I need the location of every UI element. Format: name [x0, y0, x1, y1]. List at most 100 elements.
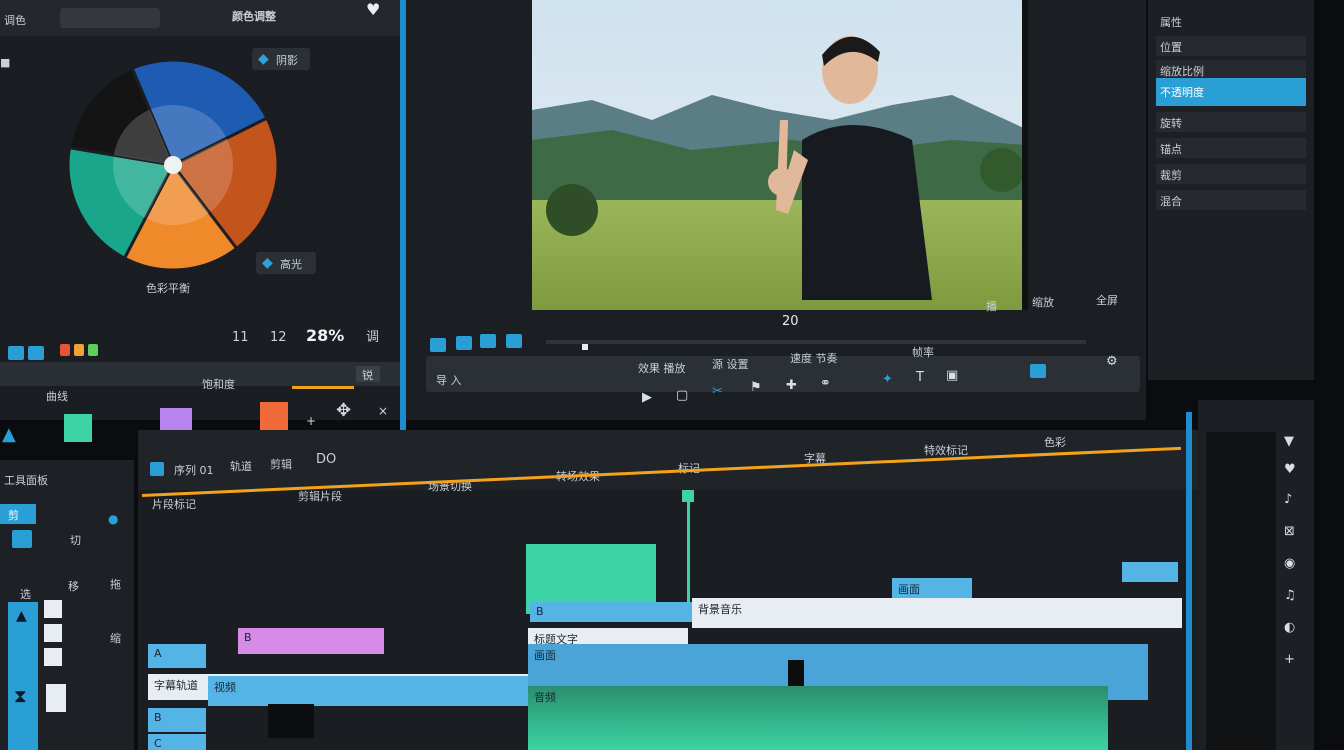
clip-track-c[interactable]: C	[148, 734, 206, 750]
orange-chip[interactable]	[74, 344, 84, 356]
toolbar-blue-button[interactable]	[1030, 364, 1046, 378]
hourglass-icon[interactable]: ⧗	[14, 686, 27, 707]
move-icon[interactable]: ✥	[336, 400, 351, 421]
blue-chip-2[interactable]	[28, 346, 44, 360]
view-button-1[interactable]	[430, 338, 446, 352]
right-strip-dark	[1206, 432, 1276, 750]
filter-icon[interactable]: ▼	[1284, 434, 1294, 449]
readout-3: 28%	[306, 326, 345, 345]
clip-pink[interactable]: B	[238, 628, 384, 654]
marker-1: 片段标记	[152, 498, 196, 511]
solo-icon[interactable]: ◐	[1284, 620, 1295, 635]
close-icon[interactable]: ×	[378, 404, 388, 418]
scrub-handle[interactable]	[582, 344, 588, 350]
toolbar-text-3[interactable]: 速度 节奏	[790, 350, 838, 366]
bar-label-right: 锐	[362, 369, 373, 382]
preview-right-label-2[interactable]: 缩放	[1032, 294, 1054, 310]
blue-chip-1[interactable]	[8, 346, 24, 360]
top-left-field[interactable]	[60, 8, 160, 28]
preview-right-label-3[interactable]: 全屏	[1096, 292, 1118, 308]
timeline-tab-2[interactable]: 剪辑	[270, 456, 292, 472]
link-icon[interactable]: ⚭	[820, 376, 831, 391]
swatch-orange[interactable]	[260, 402, 288, 430]
callout-bottom[interactable]: ◆ 高光	[256, 252, 316, 274]
left-white-box-4[interactable]	[46, 684, 66, 712]
readout-2: 12	[270, 330, 287, 345]
toolbar-text-2[interactable]: 源 设置	[712, 356, 749, 372]
callout-top[interactable]: ◆ 阴影	[252, 48, 310, 70]
heart-small-icon[interactable]: ♥	[1284, 462, 1296, 477]
magic-icon[interactable]: ✦	[882, 372, 893, 387]
wheel-center-dot[interactable]	[164, 156, 182, 174]
preview-letterbox	[1022, 0, 1028, 310]
color-panel-side-label: ■	[0, 56, 11, 69]
view-button-2[interactable]	[456, 336, 472, 350]
left-white-box-2[interactable]	[44, 624, 62, 642]
heart-icon[interactable]: ♥	[366, 0, 380, 19]
playhead-line[interactable]	[687, 496, 690, 610]
settings-icon[interactable]: ⚙	[1106, 354, 1118, 369]
plus-icon[interactable]: +	[306, 414, 316, 428]
inspector-row-selected[interactable]: 不透明度	[1156, 78, 1306, 106]
clip-blue-main[interactable]: 视频	[208, 676, 528, 706]
left-white-box-3[interactable]	[44, 648, 62, 666]
left-blue-column[interactable]	[8, 602, 38, 750]
crop-icon[interactable]: ▣	[946, 368, 958, 383]
clip-track-b[interactable]: B	[148, 708, 206, 732]
lock-icon[interactable]: ⊠	[1284, 524, 1295, 539]
mute-icon[interactable]: ♫	[1284, 588, 1296, 603]
arrow-icon[interactable]: ▲	[2, 424, 16, 445]
clip-light-2[interactable]: 背景音乐	[692, 598, 1182, 628]
left-tools-title: 工具面板	[4, 474, 48, 487]
toolbar-left[interactable]: 导 入	[436, 372, 462, 388]
left-tool-label-1[interactable]: 切	[70, 532, 81, 548]
play-icon[interactable]: ▶	[642, 390, 652, 405]
left-tool-label-2[interactable]: 选	[20, 586, 31, 602]
left-tool-label-5[interactable]: 缩	[110, 630, 121, 646]
timeline-tab-3[interactable]: DO	[316, 452, 336, 467]
inspector-row-5[interactable]: 锚点	[1156, 138, 1306, 158]
text-icon[interactable]: T	[916, 370, 924, 385]
audio-icon[interactable]: ♪	[1284, 492, 1292, 507]
preview-frame	[532, 0, 1028, 310]
inspector-row-1[interactable]: 位置	[1156, 36, 1306, 56]
red-chip[interactable]	[60, 344, 70, 356]
clip-black-block-1[interactable]	[268, 704, 314, 738]
inspector-row-6[interactable]: 裁剪	[1156, 164, 1306, 184]
orange-slider[interactable]	[292, 386, 354, 389]
callout-bottom-label: 高光	[280, 258, 302, 271]
left-tool-label-4[interactable]: 拖	[110, 576, 121, 592]
color-panel-title: 颜色调整	[232, 10, 276, 23]
inspector-row-7[interactable]: 混合	[1156, 190, 1306, 210]
clip-track-a[interactable]: A	[148, 644, 206, 668]
view-button-3[interactable]	[480, 334, 496, 348]
inspector-row-4[interactable]: 旋转	[1156, 112, 1306, 132]
toolbar-text-1[interactable]: 效果 播放	[638, 360, 686, 376]
timeline-blue-chip[interactable]	[150, 462, 164, 476]
eye-icon[interactable]: ◉	[1284, 556, 1295, 571]
swatch-green[interactable]	[64, 414, 92, 442]
timeline-tab-1[interactable]: 轨道	[230, 458, 252, 474]
left-tool-blue[interactable]	[12, 530, 32, 548]
left-white-box-1[interactable]	[44, 600, 62, 618]
cut-icon[interactable]: ✂	[712, 384, 723, 399]
circle-icon[interactable]: ●	[108, 512, 118, 526]
clip-blue-right-1[interactable]: 画面	[892, 578, 972, 598]
playhead-handle[interactable]	[682, 490, 694, 502]
view-button-4[interactable]	[506, 334, 522, 348]
preview-right-label-1[interactable]: 播	[986, 298, 997, 314]
timecode: 20	[782, 314, 799, 329]
inspector-row-2[interactable]: 缩放比例	[1156, 60, 1306, 80]
split-icon[interactable]: ✚	[786, 378, 797, 393]
color-wheel-chart[interactable]	[58, 50, 288, 280]
clip-blue-right-2[interactable]	[1122, 562, 1178, 582]
add-track-icon[interactable]: +	[1284, 652, 1295, 667]
marker-icon[interactable]: ⚑	[750, 380, 762, 395]
toolbar-text-4[interactable]: 帧率	[912, 344, 934, 360]
left-tool-active[interactable]: 剪	[0, 504, 36, 524]
left-tool-label-3[interactable]: 移	[68, 578, 79, 594]
clip-audio[interactable]: 音频	[528, 686, 1108, 750]
scrub-bar[interactable]	[546, 340, 1086, 344]
green-chip[interactable]	[88, 344, 98, 356]
frame-icon[interactable]: ▢	[676, 388, 688, 403]
